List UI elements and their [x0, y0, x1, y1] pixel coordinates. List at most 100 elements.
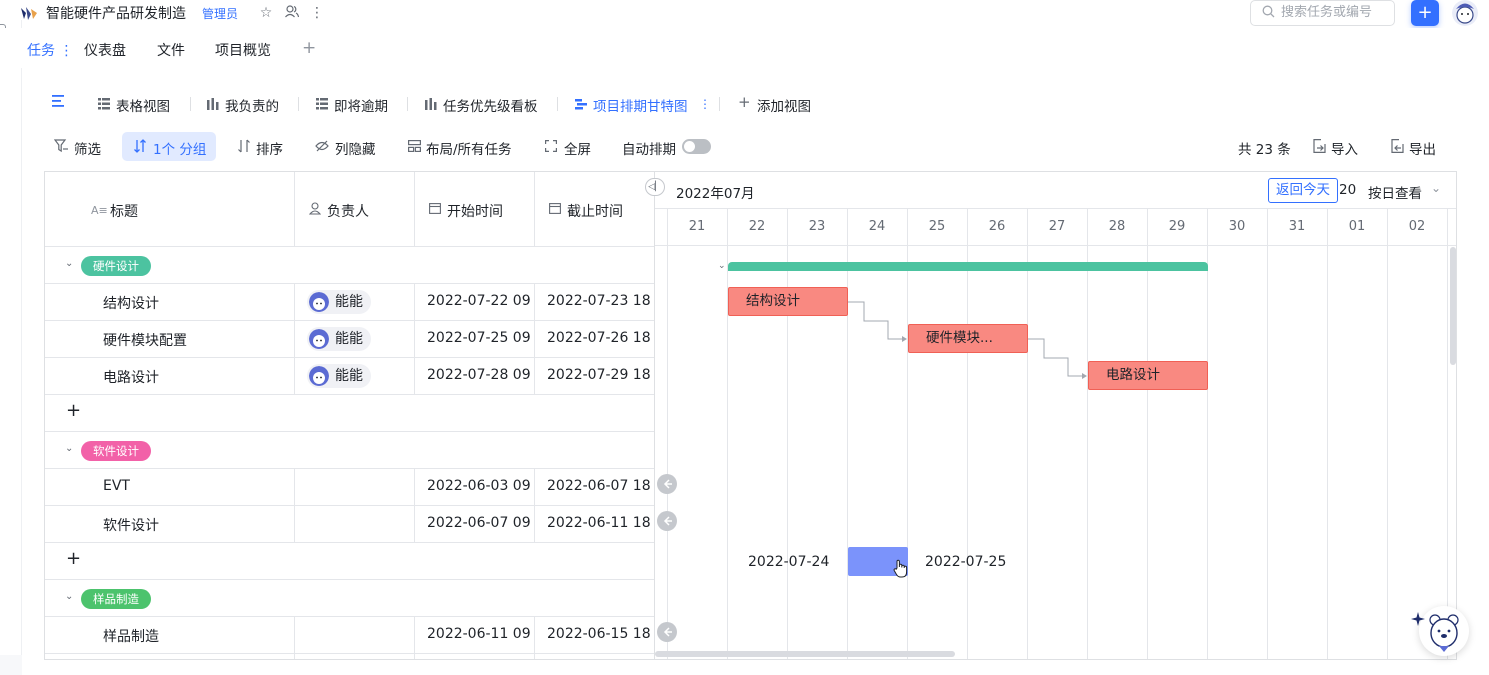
- chevron-down-icon[interactable]: ⌄: [65, 443, 73, 454]
- end-time[interactable]: 2022-06-15 18: [547, 626, 653, 642]
- collapse-table-icon[interactable]: ◁▏: [645, 178, 665, 196]
- task-title[interactable]: 软件设计: [103, 515, 159, 535]
- start-time[interactable]: 2022-07-22 09: [427, 293, 533, 309]
- person-icon: [309, 202, 321, 215]
- bear-mascot-icon: [1429, 614, 1459, 652]
- column-owner[interactable]: 负责人: [327, 201, 369, 221]
- filter-icon: [54, 139, 68, 153]
- star-icon[interactable]: ☆: [257, 4, 275, 22]
- end-time[interactable]: 2022-07-29 18: [547, 367, 653, 383]
- group-tag-sample[interactable]: 样品制造: [81, 589, 151, 609]
- gantt-bar[interactable]: 电路设计: [1088, 361, 1208, 390]
- column-start[interactable]: 开始时间: [447, 201, 503, 221]
- sort-button[interactable]: 排序: [256, 138, 283, 158]
- back-to-today-button[interactable]: 返回今天: [1268, 178, 1338, 203]
- owner-avatar: [309, 292, 329, 312]
- table-view-icon: [316, 98, 328, 110]
- day-label: 30: [1228, 219, 1246, 234]
- view-table[interactable]: 表格视图: [116, 95, 170, 115]
- group-tag-hardware[interactable]: 硬件设计: [81, 256, 151, 276]
- end-time[interactable]: 2022-06-07 18: [547, 478, 653, 494]
- scroll-to-task-icon[interactable]: [657, 474, 677, 494]
- end-time[interactable]: 2022-07-23 18: [547, 293, 653, 309]
- group-icon: [134, 139, 146, 153]
- task-title[interactable]: 电路设计: [103, 367, 159, 387]
- col-divider: [414, 616, 415, 659]
- column-end[interactable]: 截止时间: [567, 201, 623, 221]
- task-title[interactable]: 硬件模块配置: [103, 330, 187, 350]
- group-label[interactable]: 1个 分组: [153, 138, 206, 158]
- tab-dashboard[interactable]: 仪表盘: [84, 40, 126, 60]
- import-button[interactable]: 导入: [1331, 138, 1358, 158]
- layout-button[interactable]: 布局/所有任务: [426, 138, 512, 158]
- hide-columns-button[interactable]: 列隐藏: [335, 138, 376, 158]
- scroll-to-task-icon[interactable]: [657, 511, 677, 531]
- start-time[interactable]: 2022-07-28 09: [427, 367, 533, 383]
- horizontal-scrollbar[interactable]: [655, 651, 955, 657]
- day-gridline: [907, 209, 908, 659]
- filter-button[interactable]: 筛选: [74, 138, 101, 158]
- col-divider: [294, 616, 295, 659]
- start-time[interactable]: 2022-06-11 09: [427, 626, 533, 642]
- board-view-icon: [425, 98, 437, 110]
- view-divider: [298, 97, 299, 111]
- gantt-bar[interactable]: 结构设计: [728, 287, 848, 316]
- gantt-header-divider: [655, 208, 1456, 209]
- start-time[interactable]: 2022-07-25 09: [427, 330, 533, 346]
- day-gridline: [1027, 209, 1028, 659]
- day-label: 23: [808, 219, 826, 234]
- day-label: 25: [928, 219, 946, 234]
- view-due-soon[interactable]: 即将逾期: [334, 95, 388, 115]
- chevron-down-icon[interactable]: ⌄: [65, 258, 73, 269]
- col-divider: [294, 172, 295, 246]
- view-mode-select[interactable]: 按日查看: [1368, 182, 1422, 202]
- add-row-bg: [46, 543, 653, 579]
- gantt-month: 2022年07月: [676, 186, 755, 202]
- gantt-bar[interactable]: 硬件模块...: [908, 324, 1028, 353]
- fullscreen-icon: [545, 140, 557, 152]
- tab-files[interactable]: 文件: [157, 40, 185, 60]
- scroll-to-task-icon[interactable]: [657, 622, 677, 642]
- task-title[interactable]: 结构设计: [103, 293, 159, 313]
- task-title[interactable]: 样品制造: [103, 626, 159, 646]
- tab-tasks[interactable]: 任务 ⋮: [27, 40, 73, 60]
- view-more-icon[interactable]: ⋮: [699, 97, 711, 111]
- add-task-button[interactable]: +: [66, 548, 81, 569]
- group-tag-software[interactable]: 软件设计: [81, 441, 151, 461]
- add-view-button[interactable]: 添加视图: [757, 95, 811, 115]
- vertical-scrollbar[interactable]: [1450, 247, 1456, 365]
- end-time[interactable]: 2022-07-26 18: [547, 330, 653, 346]
- chevron-down-icon[interactable]: ⌄: [1431, 181, 1441, 195]
- end-time[interactable]: 2022-06-11 18: [547, 515, 653, 531]
- chevron-down-icon[interactable]: ⌄: [718, 261, 726, 271]
- create-button[interactable]: +: [1411, 0, 1439, 26]
- members-icon[interactable]: [283, 4, 301, 22]
- export-button[interactable]: 导出: [1409, 138, 1436, 158]
- tab-overview[interactable]: 项目概览: [215, 40, 271, 60]
- add-tab-button[interactable]: +: [302, 38, 316, 58]
- day-gridline: [1087, 209, 1088, 659]
- chevron-down-icon[interactable]: ⌄: [65, 591, 73, 602]
- view-menu-icon[interactable]: [52, 95, 66, 107]
- gantt-header-divider: [655, 245, 1456, 246]
- add-task-button[interactable]: +: [66, 400, 81, 421]
- user-avatar[interactable]: [1452, 0, 1478, 26]
- start-time[interactable]: 2022-06-03 09: [427, 478, 533, 494]
- view-gantt[interactable]: 项目排期甘特图: [593, 95, 688, 115]
- col-divider: [534, 283, 535, 395]
- day-label: 31: [1288, 219, 1306, 234]
- start-time[interactable]: 2022-06-07 09: [427, 515, 533, 531]
- day-gridline: [1207, 209, 1208, 659]
- day-gridline: [727, 209, 728, 659]
- task-title[interactable]: EVT: [103, 478, 130, 494]
- fullscreen-button[interactable]: 全屏: [564, 138, 591, 158]
- more-icon[interactable]: ⋮: [308, 4, 326, 22]
- view-my-tasks[interactable]: 我负责的: [225, 95, 279, 115]
- row-divider: [45, 357, 654, 358]
- group-summary-bar[interactable]: [728, 262, 1208, 271]
- assistant-button[interactable]: [1419, 606, 1469, 656]
- auto-schedule-label: 自动排期: [622, 142, 676, 158]
- day-label: 21: [688, 219, 706, 234]
- column-title[interactable]: 标题: [110, 201, 138, 221]
- view-priority-board[interactable]: 任务优先级看板: [443, 95, 538, 115]
